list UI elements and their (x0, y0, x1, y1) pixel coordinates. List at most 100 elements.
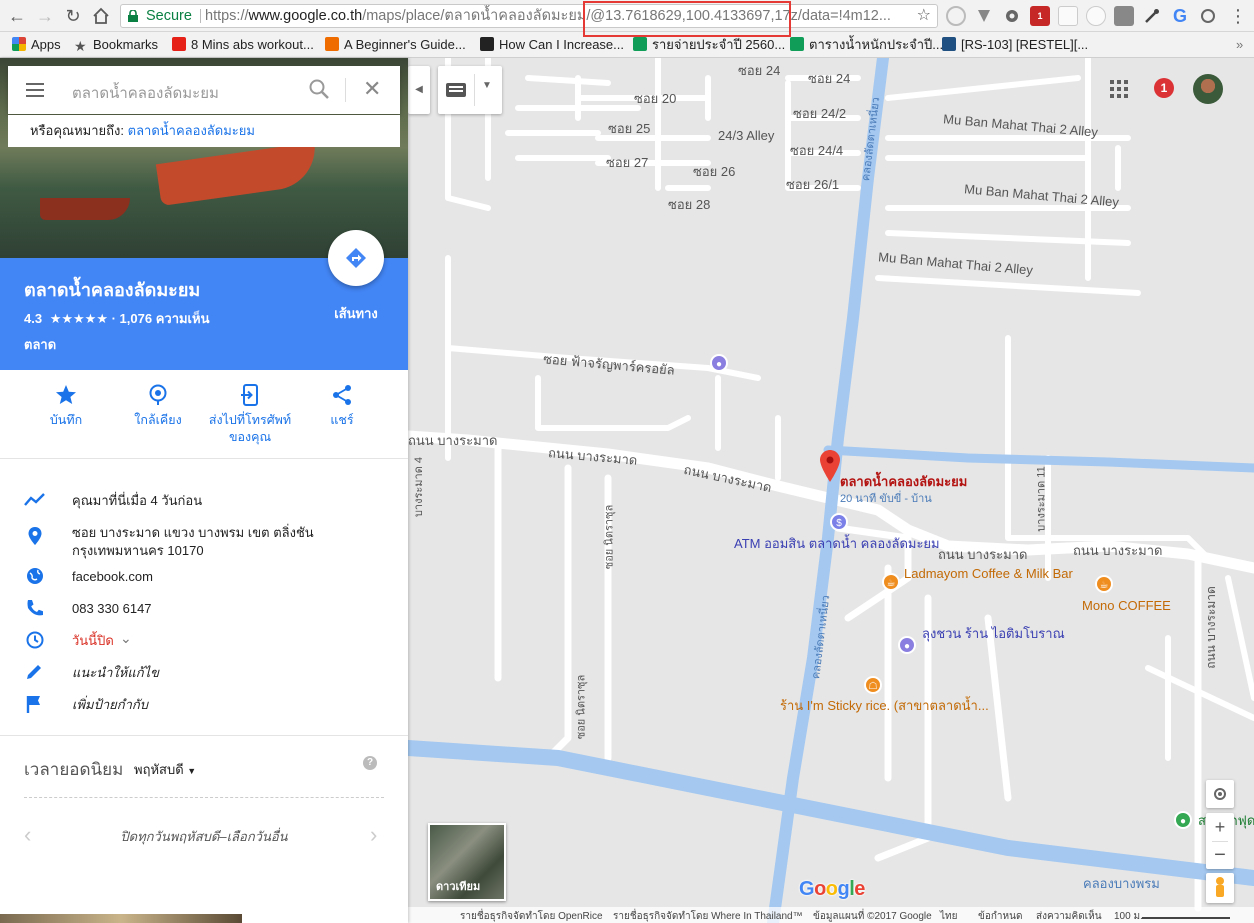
input-tools-button[interactable]: ▼ (438, 66, 502, 114)
bookmark-item-beginner[interactable]: A Beginner's Guide... (325, 36, 466, 54)
mono-coffee-label[interactable]: Mono COFFEE (1082, 598, 1171, 614)
feedback-link[interactable]: ส่งความคิดเห็น (1036, 909, 1102, 923)
ladmayom-label[interactable]: Ladmayom Coffee & Milk Bar (904, 566, 1073, 582)
chevron-down-icon[interactable]: ⌄ (120, 630, 132, 647)
sheets-icon (633, 37, 647, 51)
street-label: ซอย 25 (608, 121, 651, 136)
shopping-poi-icon[interactable]: ● (898, 636, 916, 654)
zoom-in-button[interactable]: + (1206, 813, 1234, 841)
canal-label: คลองบางพรม (1083, 876, 1160, 891)
extension-square-icon[interactable] (1058, 6, 1078, 26)
street-view-pegman-icon[interactable] (1206, 873, 1234, 903)
directions-label[interactable]: เส้นทาง (328, 303, 384, 324)
atm-poi-icon[interactable]: $ (830, 513, 848, 531)
bookmark-item-jira[interactable]: [RS-103] [RESTEL][... (942, 36, 1088, 54)
star-icon (56, 385, 76, 404)
marker-place-name[interactable]: ตลาดน้ำคลองลัดมะยม (840, 474, 967, 490)
website-row[interactable]: facebook.com (0, 562, 408, 590)
close-icon[interactable]: ✕ (363, 78, 381, 100)
my-location-icon (1214, 788, 1226, 800)
help-icon[interactable]: ? (363, 756, 377, 770)
share-button[interactable]: แชร์ (292, 384, 392, 429)
save-button[interactable]: บันทึก (16, 384, 116, 429)
extension-gear-icon[interactable] (1002, 6, 1022, 26)
did-you-mean-link[interactable]: ตลาดน้ำคลองลัดมะยม (128, 123, 255, 138)
zoom-out-button[interactable]: − (1206, 841, 1234, 869)
back-icon[interactable]: ← (6, 5, 28, 27)
phone-number[interactable]: 083 330 6147 (72, 600, 152, 618)
lungchuan-label[interactable]: ลุงชวน ร้าน ไอติมโบราณ (922, 626, 1065, 642)
place-marker-icon[interactable] (820, 450, 840, 482)
bookmark-item-abs[interactable]: 8 Mins abs workout... (172, 36, 314, 54)
sheets-icon (790, 37, 804, 51)
extension-circle-icon[interactable] (1086, 6, 1106, 26)
notification-badge[interactable]: 1 (1154, 78, 1174, 98)
google-logo: Google (799, 878, 865, 900)
attribution-openrice[interactable]: รายชื่อธุรกิจจัดทำโดย OpenRice (460, 909, 603, 923)
search-input[interactable]: ตลาดน้ำคลองลัดมะยม (72, 81, 219, 105)
directions-button[interactable] (328, 230, 384, 286)
extension-vee-icon[interactable] (974, 6, 994, 26)
extension-loop-icon[interactable] (946, 6, 966, 26)
bookmark-star-icon[interactable]: ☆ (917, 5, 931, 27)
bookmark-item-increase[interactable]: How Can I Increase... (480, 36, 624, 54)
review-count-link[interactable]: · 1,076 ความเห็น (112, 311, 210, 326)
home-icon[interactable] (90, 5, 112, 27)
website-link[interactable]: facebook.com (72, 568, 153, 586)
browser-menu-icon[interactable]: ⋮ (1228, 6, 1248, 26)
clock-icon (26, 631, 44, 649)
restaurant-poi-icon[interactable]: ☖ (864, 676, 882, 694)
extension-eyedropper-icon[interactable] (1142, 6, 1162, 26)
suggest-edit-row[interactable]: แนะนำให้แก้ไข (0, 658, 408, 686)
nearby-button[interactable]: ใกล้เคียง (108, 384, 208, 429)
marker-travel-time: 20 นาที ขับขี่ - บ้าน (840, 493, 932, 505)
terms-link[interactable]: ข้อกำหนด (978, 909, 1022, 923)
map-canvas[interactable]: 1 ◀ ▼ ซอย 24 ซอย 24 ซอย 20 ซอย 24/2 ซอย … (408, 58, 1254, 923)
next-day-icon[interactable]: › (370, 822, 377, 848)
cafe-poi-icon[interactable]: ☕ (882, 573, 900, 591)
park-poi-icon[interactable]: ● (1174, 811, 1192, 829)
bookmark-item-sheet1[interactable]: รายจ่ายประจำปี 2560... (633, 36, 785, 54)
menu-icon[interactable] (26, 83, 44, 97)
place-category[interactable]: ตลาด (24, 334, 56, 355)
attribution-whereinthailand[interactable]: รายชื่อธุรกิจจัดทำโดย Where In Thailand™ (613, 909, 803, 923)
add-label-row[interactable]: เพิ่มป้ายกำกับ (0, 690, 408, 718)
address-bar[interactable]: Secure https://www.google.co.th/maps/pla… (120, 4, 938, 28)
cafe-poi-icon[interactable]: ☕ (1095, 575, 1113, 593)
phone-row[interactable]: 083 330 6147 (0, 594, 408, 622)
avatar[interactable] (1193, 74, 1223, 104)
youtube-icon (172, 37, 186, 51)
popular-day-select[interactable]: พฤหัสบดี ▼ (134, 759, 196, 780)
extension-grey-icon[interactable] (1114, 6, 1134, 26)
collapse-panel-button[interactable]: ◀ (408, 66, 430, 114)
bookmark-item-sheet2[interactable]: ตารางน้ำหนักประจำปี... (790, 36, 943, 54)
my-location-button[interactable] (1206, 780, 1234, 808)
bookmark-item-apps[interactable]: Apps (12, 36, 61, 54)
street-label: ซอย 24 (738, 63, 781, 78)
shopping-poi-icon[interactable]: ● (710, 354, 728, 372)
visit-history-row[interactable]: คุณมาที่นี่เมื่อ 4 วันก่อน (0, 486, 408, 514)
suggest-edit-link[interactable]: แนะนำให้แก้ไข (72, 664, 159, 682)
extension-abp-icon[interactable]: 1 (1030, 6, 1050, 26)
bookmark-item-bookmarks[interactable]: ★ Bookmarks (74, 36, 158, 54)
send-to-phone-icon (241, 384, 258, 406)
did-you-mean: หรือคุณหมายถึง: ตลาดน้ำคลองลัดมะยม (8, 115, 400, 147)
forward-icon[interactable]: → (34, 5, 56, 27)
extension-sync-icon[interactable] (1198, 6, 1218, 26)
send-to-phone-button[interactable]: ส่งไปที่โทรศัพท์ของคุณ (200, 384, 300, 446)
location-pin-icon (28, 527, 42, 545)
address-row[interactable]: ซอย บางระมาด แขวง บางพรม เขต ตลิ่งชัน กรุ… (0, 518, 408, 558)
search-box: ตลาดน้ำคลองลัดมะยม ✕ (8, 66, 400, 114)
reload-icon[interactable]: ↻ (62, 5, 84, 27)
google-extension-icon[interactable]: G (1170, 6, 1190, 26)
photo-strip[interactable] (0, 914, 242, 923)
add-label-link[interactable]: เพิ่มป้ายกำกับ (72, 696, 148, 714)
language-link[interactable]: ไทย (940, 909, 957, 923)
search-icon[interactable] (308, 78, 330, 100)
bookmarks-overflow-icon[interactable]: » (1236, 36, 1243, 54)
google-apps-icon[interactable] (1110, 80, 1128, 98)
satellite-toggle[interactable]: ดาวเทียม (428, 823, 506, 901)
hours-row[interactable]: วันนี้ปิด ⌄ (0, 626, 408, 654)
atm-label[interactable]: ATM ออมสิน ตลาดน้ำ คลองลัดมะยม (734, 536, 940, 552)
sticky-rice-label[interactable]: ร้าน I'm Sticky rice. (สาขาตลาดน้ำ... (780, 698, 989, 714)
